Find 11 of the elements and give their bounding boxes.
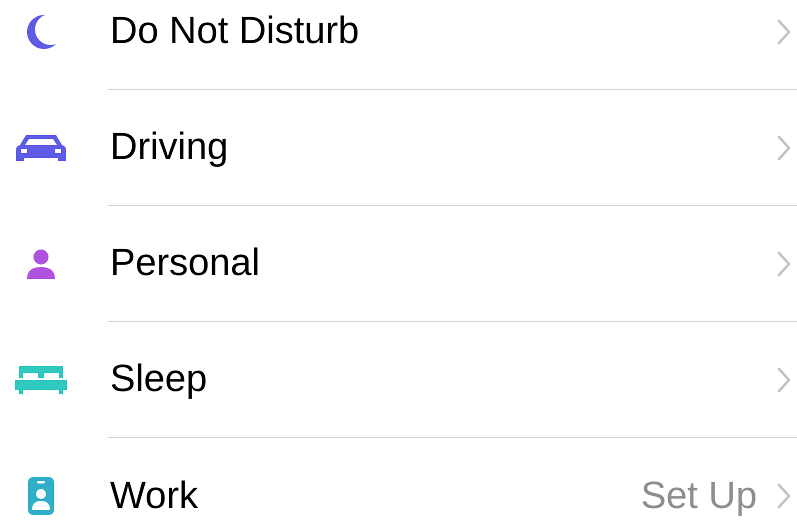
focus-mode-label[interactable]: Do Not Disturb bbox=[108, 10, 777, 53]
chevron-icon bbox=[777, 134, 791, 160]
focus-mode-label[interactable]: Sleep bbox=[108, 358, 777, 401]
chevron-icon bbox=[777, 250, 791, 276]
focus-mode-label[interactable]: Driving bbox=[108, 126, 777, 169]
chevron-icon bbox=[777, 366, 791, 392]
chevron-icon bbox=[777, 483, 791, 509]
focus-mode-label[interactable]: Work bbox=[108, 474, 641, 518]
status-text: Set Up bbox=[640, 474, 757, 518]
focus-mode-label[interactable]: Personal bbox=[108, 242, 777, 285]
chevron-icon bbox=[777, 18, 791, 44]
